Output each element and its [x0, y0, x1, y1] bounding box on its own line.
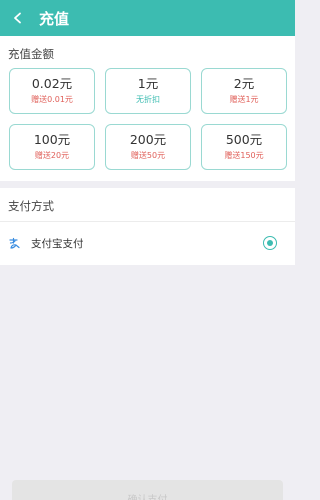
- amount-option-200[interactable]: 200元 赠送50元: [105, 124, 191, 170]
- amount-bonus: 赠送0.01元: [31, 95, 73, 104]
- app-header: 充值: [0, 0, 295, 36]
- amount-value: 200元: [129, 132, 167, 147]
- amount-value: 1元: [137, 76, 159, 91]
- amount-option-0.02[interactable]: 0.02元 赠送0.01元: [9, 68, 95, 114]
- amount-bonus: 无折扣: [136, 95, 160, 104]
- amount-bonus: 赠送50元: [130, 151, 166, 160]
- amount-option-500[interactable]: 500元 赠送150元: [201, 124, 287, 170]
- amount-value: 0.02元: [31, 76, 73, 91]
- radio-selected-icon[interactable]: [263, 236, 277, 250]
- payment-method-label: 支付方式: [8, 199, 54, 213]
- payment-option-alipay[interactable]: 支付宝支付: [0, 222, 295, 265]
- alipay-icon: [9, 237, 20, 249]
- payment-section: 支付方式 支付宝支付: [0, 188, 295, 265]
- confirm-pay-label: 确认支付: [128, 491, 168, 500]
- amount-bonus: 赠送20元: [34, 151, 70, 160]
- amount-option-2[interactable]: 2元 赠送1元: [201, 68, 287, 114]
- recharge-screen: 充值 充值金额 0.02元 赠送0.01元 1元 无折扣 2元 赠送1元 100…: [0, 0, 295, 500]
- amount-value: 100元: [33, 132, 71, 147]
- amount-bonus: 赠送1元: [229, 95, 259, 104]
- page-title: 充值: [39, 9, 70, 28]
- recharge-amount-label: 充值金额: [8, 47, 54, 61]
- amount-option-100[interactable]: 100元 赠送20元: [9, 124, 95, 170]
- chevron-left-icon: [14, 12, 21, 24]
- radio-dot: [266, 239, 273, 246]
- alipay-label: 支付宝支付: [31, 238, 84, 250]
- amount-value: 2元: [233, 76, 255, 91]
- amount-value: 500元: [225, 132, 263, 147]
- recharge-section: 充值金额 0.02元 赠送0.01元 1元 无折扣 2元 赠送1元 100元 赠…: [0, 36, 295, 181]
- confirm-pay-button[interactable]: 确认支付: [12, 480, 283, 500]
- back-button[interactable]: [0, 0, 36, 36]
- amount-option-1[interactable]: 1元 无折扣: [105, 68, 191, 114]
- amount-bonus: 赠送150元: [224, 151, 264, 160]
